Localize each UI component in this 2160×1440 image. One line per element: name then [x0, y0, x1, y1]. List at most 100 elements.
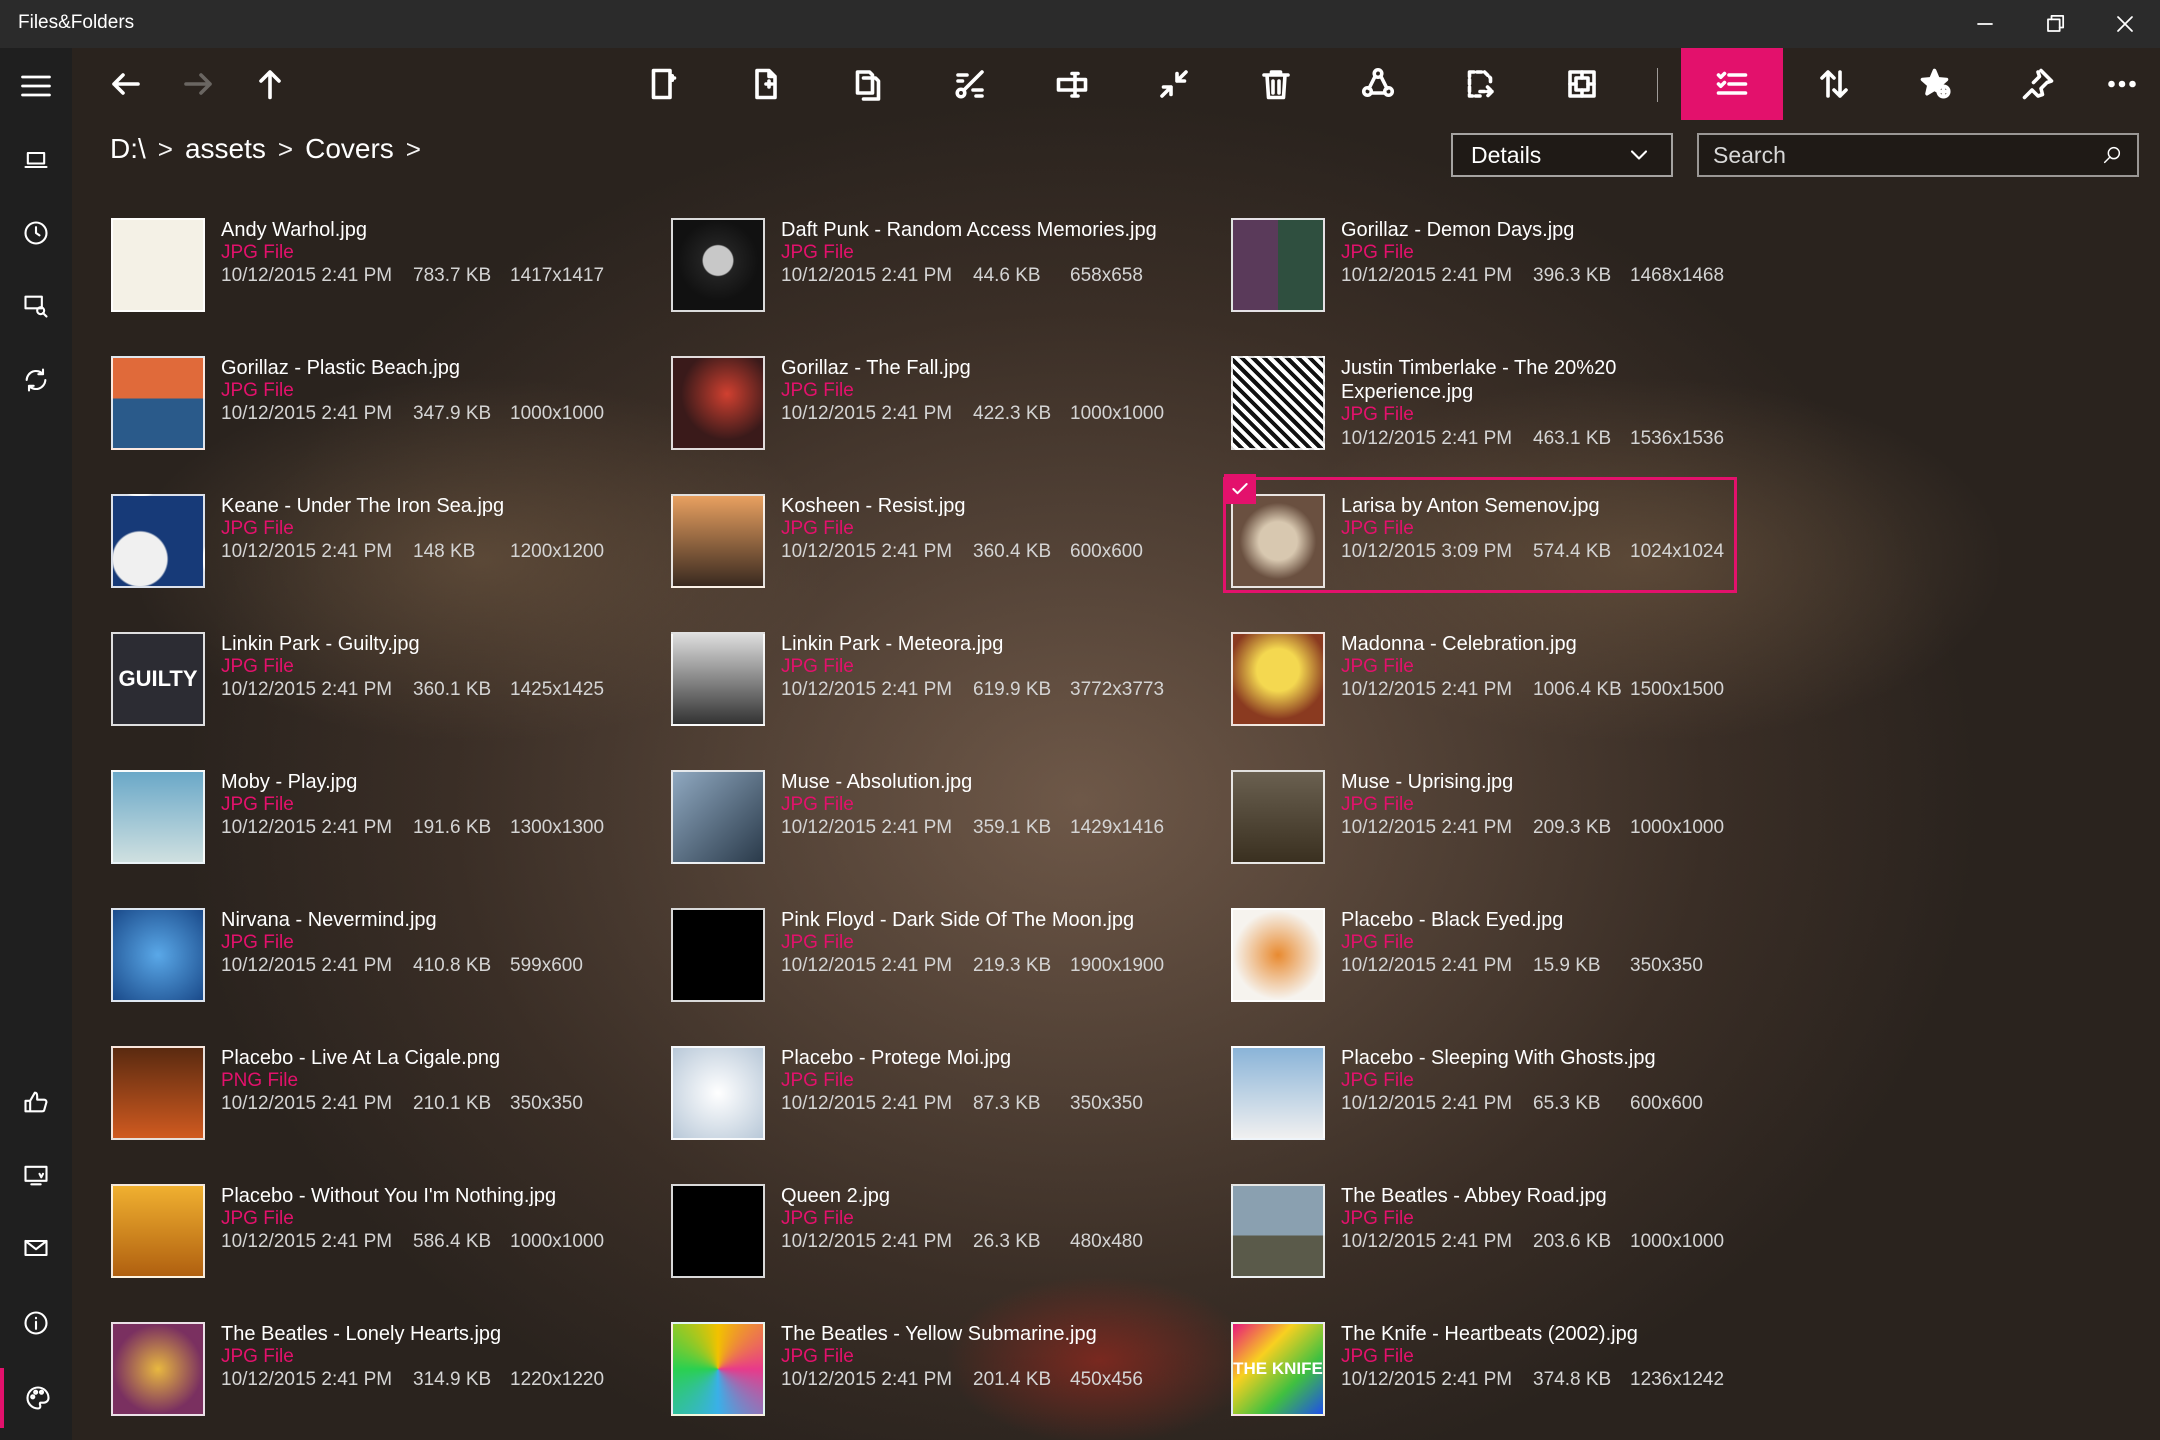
file-type: JPG File: [1341, 656, 1414, 677]
file-item[interactable]: Larisa by Anton Semenov.jpg JPG File 10/12…: [1223, 474, 1737, 593]
pin-button[interactable]: [1998, 48, 2078, 120]
sidebar-item-store[interactable]: [0, 1145, 72, 1205]
close-button[interactable]: [2090, 0, 2160, 48]
hamburger-menu-button[interactable]: [0, 56, 72, 116]
file-date: 10/12/2015 2:41 PM: [781, 1093, 953, 1114]
restore-button[interactable]: [2020, 0, 2090, 48]
checkmark-icon: [1232, 483, 1248, 495]
file-item[interactable]: Keane - Under The Iron Sea.jpg JPG File 10…: [110, 490, 630, 602]
sidebar-item-themes[interactable]: [0, 1368, 72, 1428]
file-metadata: 10/12/2015 2:41 PM 209.3 KB 1000x1000: [1341, 817, 1724, 839]
file-metadata: 10/12/2015 2:41 PM 396.3 KB 1468x1468: [1341, 265, 1724, 287]
share-button[interactable]: [1338, 48, 1418, 120]
file-item[interactable]: Daft Punk - Random Access Memories.jpg JP…: [670, 214, 1190, 326]
mail-icon: [24, 1239, 48, 1257]
file-type: JPG File: [781, 518, 854, 539]
breadcrumb-separator[interactable]: >: [278, 134, 293, 165]
sidebar-item-about[interactable]: [0, 1293, 72, 1353]
file-type: JPG File: [1341, 1208, 1414, 1229]
file-item[interactable]: Gorillaz - The Fall.jpg JPG File 10/12/201…: [670, 352, 1190, 464]
file-item[interactable]: The Beatles - Abbey Road.jpg JPG File 10/1…: [1230, 1180, 1750, 1292]
file-dimensions: 480x480: [1070, 1231, 1143, 1252]
cut-button[interactable]: [930, 48, 1010, 120]
open-with-button[interactable]: [1440, 48, 1520, 120]
selection-mode-button[interactable]: [1681, 48, 1783, 120]
copy-icon: [855, 70, 881, 101]
sidebar-item-sync[interactable]: [0, 350, 72, 410]
file-item[interactable]: Nirvana - Nevermind.jpg JPG File 10/12/201…: [110, 904, 630, 1016]
forward-button[interactable]: [158, 48, 238, 120]
file-item[interactable]: Madonna - Celebration.jpg JPG File 10/12/2…: [1230, 628, 1750, 740]
file-item[interactable]: Muse - Absolution.jpg JPG File 10/12/2015 …: [670, 766, 1190, 878]
new-folder-icon: [651, 68, 677, 100]
new-file-button[interactable]: [726, 48, 806, 120]
breadcrumb-drive[interactable]: D:\: [110, 133, 146, 165]
file-type: JPG File: [221, 242, 294, 263]
file-name: Queen 2.jpg: [781, 1185, 890, 1207]
file-metadata: 10/12/2015 2:41 PM 422.3 KB 1000x1000: [781, 403, 1164, 425]
breadcrumb-assets[interactable]: assets: [185, 133, 266, 165]
file-item[interactable]: Placebo - Black Eyed.jpg JPG File 10/12/20…: [1230, 904, 1750, 1016]
file-item[interactable]: THE KNIFE The Knife - Heartbeats (2002).j…: [1230, 1318, 1750, 1430]
file-item[interactable]: Placebo - Live At La Cigale.png PNG File 1…: [110, 1042, 630, 1154]
file-item[interactable]: Placebo - Without You I'm Nothing.jpg JPG…: [110, 1180, 630, 1292]
file-item[interactable]: GUILTY Linkin Park - Guilty.jpg JPG File 10…: [110, 628, 630, 740]
file-metadata: 10/12/2015 2:41 PM 210.1 KB 350x350: [221, 1093, 583, 1115]
breadcrumb-separator[interactable]: >: [406, 134, 421, 165]
title-bar: Files&Folders: [0, 0, 2160, 48]
file-item[interactable]: The Beatles - Lonely Hearts.jpg JPG File 1…: [110, 1318, 630, 1430]
file-date: 10/12/2015 2:41 PM: [781, 679, 953, 700]
select-all-button[interactable]: [1542, 48, 1622, 120]
file-dimensions: 350x350: [510, 1093, 583, 1114]
sidebar-item-this-pc[interactable]: [0, 130, 72, 190]
rename-button[interactable]: [1032, 48, 1112, 120]
file-item[interactable]: Gorillaz - Demon Days.jpg JPG File 10/12/2…: [1230, 214, 1750, 326]
sidebar-item-network[interactable]: [0, 276, 72, 336]
file-name: Keane - Under The Iron Sea.jpg: [221, 495, 505, 517]
file-item[interactable]: The Beatles - Yellow Submarine.jpg JPG Fi…: [670, 1318, 1190, 1430]
copy-button[interactable]: [828, 48, 908, 120]
search-input[interactable]: Search: [1697, 133, 2139, 177]
sidebar-item-rate[interactable]: [0, 1072, 72, 1132]
file-item[interactable]: Andy Warhol.jpg JPG File 10/12/2015 2:41 P…: [110, 214, 630, 326]
file-item[interactable]: Placebo - Protege Moi.jpg JPG File 10/12/2…: [670, 1042, 1190, 1154]
sidebar-item-feedback[interactable]: [0, 1218, 72, 1278]
file-item[interactable]: Justin Timberlake - The 20%20 Experience…: [1230, 352, 1750, 464]
file-thumbnail: THE KNIFE: [1231, 1322, 1325, 1416]
file-item[interactable]: Gorillaz - Plastic Beach.jpg JPG File 10/1…: [110, 352, 630, 464]
file-size: 359.1 KB: [973, 817, 1052, 838]
more-button[interactable]: [2082, 48, 2160, 120]
file-item[interactable]: Placebo - Sleeping With Ghosts.jpg JPG Fi…: [1230, 1042, 1750, 1154]
sort-icon: [1820, 70, 1848, 98]
up-button[interactable]: [230, 48, 310, 120]
compress-button[interactable]: [1134, 48, 1214, 120]
delete-button[interactable]: [1236, 48, 1316, 120]
breadcrumb-separator[interactable]: >: [158, 134, 173, 165]
file-size: 201.4 KB: [973, 1369, 1052, 1390]
new-folder-button[interactable]: [624, 48, 704, 120]
file-item[interactable]: Kosheen - Resist.jpg JPG File 10/12/2015 2…: [670, 490, 1190, 602]
file-name: Pink Floyd - Dark Side Of The Moon.jpg: [781, 909, 1135, 931]
file-item[interactable]: Moby - Play.jpg JPG File 10/12/2015 2:41 P…: [110, 766, 630, 878]
breadcrumb-covers[interactable]: Covers: [305, 133, 394, 165]
view-mode-dropdown[interactable]: Details: [1451, 133, 1673, 177]
file-name: Madonna - Celebration.jpg: [1341, 633, 1577, 655]
favorites-button[interactable]: [1896, 48, 1976, 120]
file-item[interactable]: Pink Floyd - Dark Side Of The Moon.jpg JP…: [670, 904, 1190, 1016]
file-item[interactable]: Muse - Uprising.jpg JPG File 10/12/2015 2:…: [1230, 766, 1750, 878]
file-dimensions: 600x600: [1630, 1093, 1703, 1114]
file-item[interactable]: Queen 2.jpg JPG File 10/12/2015 2:41 PM 26.…: [670, 1180, 1190, 1292]
minimize-icon: [1977, 23, 1993, 25]
file-date: 10/12/2015 2:41 PM: [221, 817, 393, 838]
file-metadata: 10/12/2015 3:09 PM 574.4 KB 1024x1024: [1341, 541, 1724, 563]
store-star-icon: [24, 1165, 48, 1186]
file-thumbnail: [1231, 1046, 1325, 1140]
file-item[interactable]: Linkin Park - Meteora.jpg JPG File 10/12/2…: [670, 628, 1190, 740]
sidebar-item-recent[interactable]: [0, 203, 72, 263]
sort-button[interactable]: [1794, 48, 1874, 120]
minimize-button[interactable]: [1950, 0, 2020, 48]
selection-checkbox[interactable]: [1224, 474, 1256, 504]
file-date: 10/12/2015 2:41 PM: [221, 955, 393, 976]
file-date: 10/12/2015 2:41 PM: [221, 541, 393, 562]
back-button[interactable]: [86, 48, 166, 120]
